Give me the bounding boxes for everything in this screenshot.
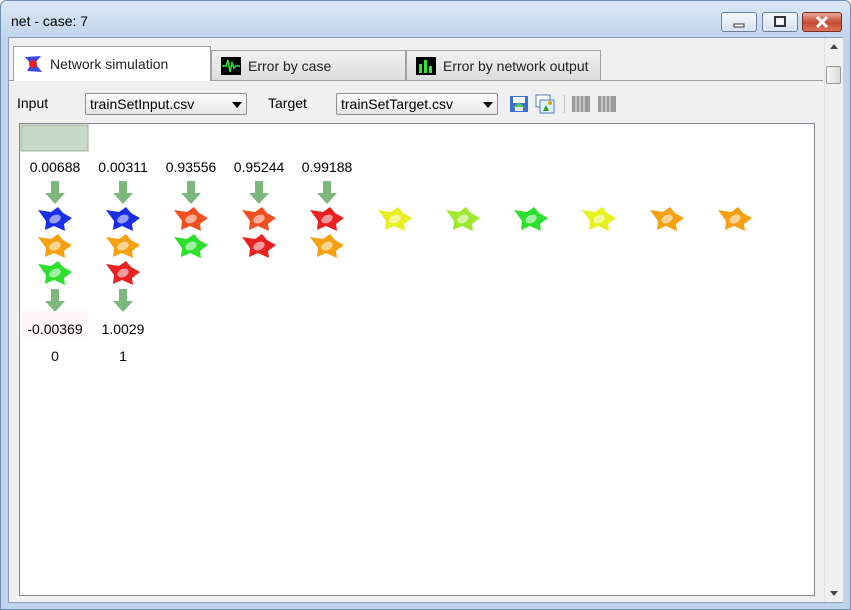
chevron-down-icon	[232, 102, 242, 108]
neuron-icon[interactable]	[106, 207, 140, 231]
network-icon	[25, 56, 42, 72]
flow-arrow-icon	[113, 289, 133, 312]
tab-error-by-case[interactable]: Error by case	[211, 50, 406, 80]
tab-error-by-network-output[interactable]: Error by network output	[406, 50, 601, 80]
toolbar-separator	[564, 95, 565, 113]
scroll-up-icon[interactable]	[830, 44, 838, 49]
flow-arrow-icon	[113, 181, 133, 204]
network-canvas: 0.00688 0.00311 0.93556 0.95244 0.99188 …	[19, 123, 815, 596]
restore-button[interactable]	[762, 12, 798, 32]
target-file-value: trainSetTarget.csv	[341, 96, 454, 112]
minimize-icon	[733, 23, 745, 28]
neuron-icon[interactable]	[174, 234, 208, 258]
input-file-value: trainSetInput.csv	[90, 96, 195, 112]
image-export-icon[interactable]	[535, 94, 555, 114]
grid-view-icon[interactable]	[571, 94, 591, 114]
flow-arrow-icon	[317, 181, 337, 204]
output-value: 1.0029	[101, 321, 145, 337]
neuron-icon[interactable]	[38, 207, 72, 231]
input-value: 0.00311	[98, 159, 148, 175]
output-value: -0.00369	[27, 321, 83, 337]
target-label: Target	[268, 95, 307, 111]
neurons-layer	[38, 207, 752, 285]
tab-label: Error by network output	[443, 57, 589, 74]
tab-label: Network simulation	[50, 56, 169, 72]
neuron-icon[interactable]	[174, 207, 208, 231]
selection-box[interactable]	[20, 124, 89, 152]
title-bar: net - case: 7	[1, 1, 850, 37]
close-button[interactable]	[802, 12, 842, 32]
neuron-icon[interactable]	[514, 207, 548, 231]
neuron-icon[interactable]	[718, 207, 752, 231]
input-value: 0.99188	[301, 159, 353, 175]
neuron-icon[interactable]	[106, 261, 140, 285]
neuron-icon[interactable]	[378, 207, 412, 231]
input-value: 0.95244	[233, 159, 285, 175]
neuron-icon[interactable]	[582, 207, 616, 231]
target-file-select[interactable]: trainSetTarget.csv	[336, 93, 498, 115]
minimize-button[interactable]	[721, 12, 757, 32]
neuron-icon[interactable]	[650, 207, 684, 231]
neuron-icon[interactable]	[38, 261, 72, 285]
save-icon[interactable]	[509, 94, 529, 114]
grid-view-alt-icon[interactable]	[597, 94, 617, 114]
input-label: Input	[17, 95, 49, 111]
window-title: net - case: 7	[11, 13, 89, 29]
neuron-icon[interactable]	[310, 234, 344, 258]
toolbar: Input trainSetInput.csv Target trainSetT…	[9, 90, 823, 120]
scroll-thumb[interactable]	[826, 66, 841, 84]
waveform-icon	[221, 56, 241, 75]
vertical-scrollbar[interactable]	[824, 38, 843, 602]
restore-icon	[774, 16, 786, 27]
flow-arrow-icon	[249, 181, 269, 204]
neuron-icon[interactable]	[242, 234, 276, 258]
tab-label: Error by case	[248, 57, 332, 74]
neuron-icon[interactable]	[446, 207, 480, 231]
app-window: net - case: 7 Network simulation Error b…	[0, 0, 851, 610]
flow-arrow-icon	[45, 289, 65, 312]
neuron-icon[interactable]	[38, 234, 72, 258]
tab-network-simulation[interactable]: Network simulation	[13, 46, 211, 81]
chevron-down-icon	[483, 102, 493, 108]
bar-meter-icon	[416, 56, 436, 75]
flow-arrow-icon	[181, 181, 201, 204]
client-area: Network simulation Error by case Error b…	[8, 37, 843, 603]
neuron-icon[interactable]	[106, 234, 140, 258]
close-icon	[815, 15, 829, 29]
neuron-icon[interactable]	[310, 207, 344, 231]
scroll-down-icon[interactable]	[830, 591, 838, 596]
input-value: 0.93556	[165, 159, 217, 175]
input-value: 0.00688	[29, 159, 81, 175]
target-value: 1	[119, 348, 127, 364]
flow-arrow-icon	[45, 181, 65, 204]
target-value: 0	[51, 348, 59, 364]
input-file-select[interactable]: trainSetInput.csv	[85, 93, 247, 115]
neuron-icon[interactable]	[242, 207, 276, 231]
